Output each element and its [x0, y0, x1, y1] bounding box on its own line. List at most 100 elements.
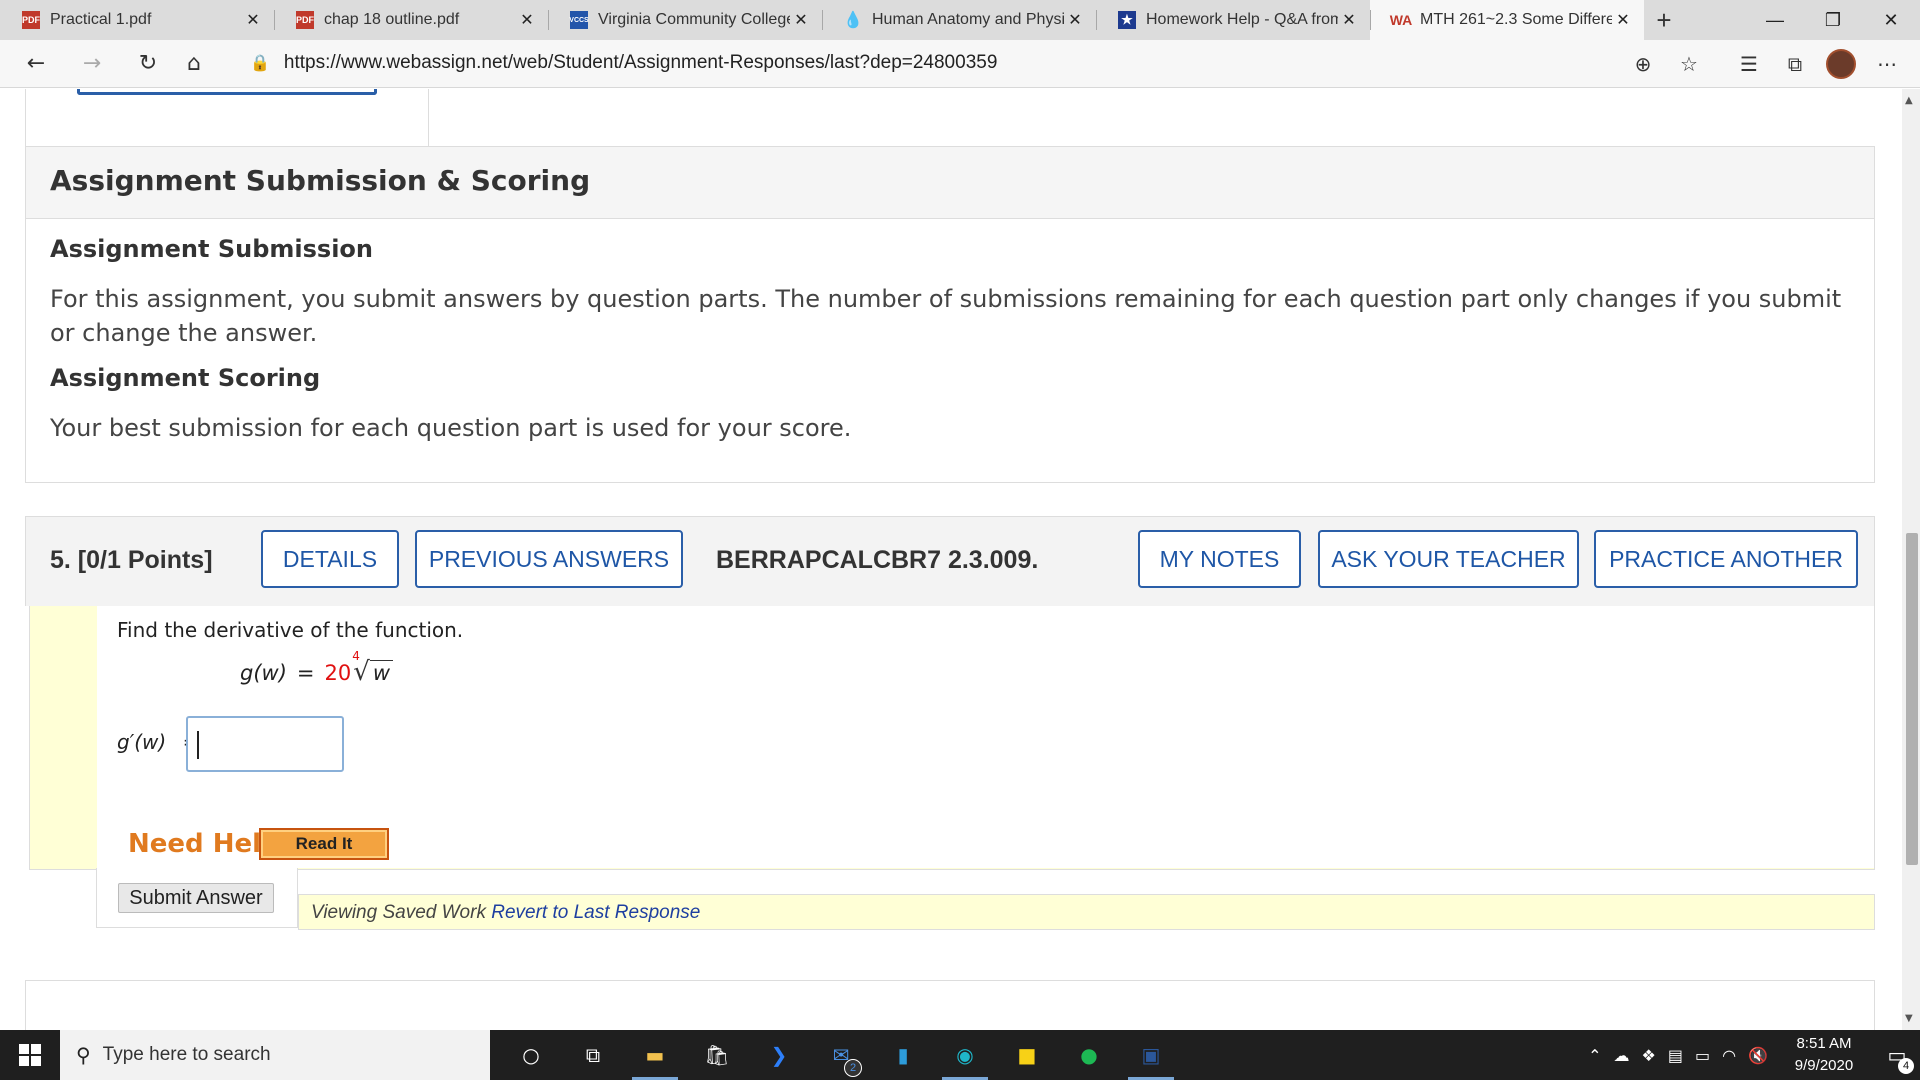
store-icon[interactable]: 🛍 — [686, 1030, 748, 1080]
clock-date: 9/9/2020 — [1794, 1057, 1854, 1074]
toolbar-right: ⊕ ☆ ☰ ⧉ ⋯ — [1620, 44, 1910, 84]
submit-answer-button[interactable]: Submit Answer — [118, 883, 274, 913]
clipboard-icon[interactable]: ▤ — [1668, 1046, 1683, 1065]
mail-icon[interactable]: ✉ 2 — [810, 1030, 872, 1080]
page-scrollbar[interactable]: ▲ ▼ — [1902, 89, 1920, 1030]
previous-button-edge — [77, 89, 377, 95]
volume-muted-icon[interactable]: 🔇 — [1748, 1046, 1768, 1065]
formula-coefficient: 20 — [324, 661, 352, 685]
wifi-icon[interactable]: ◠ — [1722, 1046, 1736, 1065]
file-explorer-icon[interactable]: ▬ — [624, 1030, 686, 1080]
close-icon[interactable]: ✕ — [242, 10, 264, 30]
restore-button[interactable]: ❐ — [1804, 0, 1862, 40]
tab-homework-help[interactable]: ★ Homework Help - Q&A from ✕ — [1096, 0, 1370, 40]
close-icon[interactable]: ✕ — [1338, 10, 1360, 30]
battery-icon[interactable]: ▭ — [1695, 1046, 1710, 1065]
submission-heading: Assignment Submission & Scoring — [26, 147, 1874, 219]
tab-title: Virginia Community College — [598, 11, 790, 28]
back-button[interactable]: ← — [14, 42, 58, 86]
pdf-icon: PDF — [22, 11, 40, 29]
cortana-icon[interactable]: ○ — [500, 1030, 562, 1080]
read-it-button[interactable]: Read It — [259, 828, 389, 860]
address-bar[interactable]: 🔒 https://www.webassign.net/web/Student/… — [250, 52, 997, 74]
pdf-icon: PDF — [296, 11, 314, 29]
question-code: BERRAPCALCBR7 2.3.009. — [716, 546, 1039, 574]
formula-lhs: g(w) — [240, 661, 287, 685]
assignment-submission-heading: Assignment Submission — [50, 235, 373, 263]
home-button[interactable]: ⌂ — [172, 42, 216, 86]
fourth-root: 4 √ w — [352, 649, 394, 687]
phone-icon[interactable]: ▮ — [872, 1030, 934, 1080]
search-placeholder: Type here to search — [102, 1044, 271, 1065]
more-menu-icon[interactable]: ⋯ — [1864, 44, 1910, 84]
scrollbar-thumb[interactable] — [1906, 533, 1918, 865]
close-icon[interactable]: ✕ — [1064, 10, 1086, 30]
onedrive-icon[interactable]: ☁ — [1614, 1046, 1630, 1065]
assignment-submission-text: For this assignment, you submit answers … — [50, 285, 1842, 347]
function-formula: g(w) = 20 4 √ w — [240, 649, 394, 687]
start-button[interactable] — [0, 1030, 60, 1080]
question-prompt: Find the derivative of the function. — [117, 618, 464, 642]
tab-anatomy[interactable]: 💧 Human Anatomy and Physio ✕ — [822, 0, 1096, 40]
favorite-star-icon[interactable]: ☆ — [1666, 44, 1712, 84]
clock-time: 8:51 AM — [1796, 1035, 1852, 1052]
task-view-icon[interactable]: ⧉ — [562, 1030, 624, 1080]
show-hidden-icons-icon[interactable]: ⌃ — [1588, 1046, 1601, 1065]
lock-icon: 🔒 — [250, 55, 270, 72]
search-icon: ⚲ — [76, 1044, 91, 1067]
tab-chap18-pdf[interactable]: PDF chap 18 outline.pdf ✕ — [274, 0, 548, 40]
star-icon: ★ — [1118, 11, 1136, 29]
notification-count: 4 — [1898, 1058, 1914, 1074]
close-window-button[interactable]: ✕ — [1862, 0, 1920, 40]
new-tab-button[interactable]: + — [1644, 0, 1684, 40]
formula-equals: = — [296, 661, 315, 685]
tab-title: Human Anatomy and Physio — [872, 11, 1064, 28]
drop-icon: 💧 — [843, 12, 863, 29]
revert-link[interactable]: Revert to Last Response — [491, 902, 700, 923]
question-content: Find the derivative of the function. g(w… — [97, 606, 1874, 868]
collections-icon[interactable]: ⧉ — [1772, 44, 1818, 84]
sticky-notes-icon[interactable]: ■ — [996, 1030, 1058, 1080]
details-button[interactable]: DETAILS — [261, 530, 399, 588]
clock[interactable]: 8:51 AM 9/9/2020 — [1774, 1033, 1874, 1077]
refresh-button[interactable]: ↻ — [126, 42, 170, 86]
favorites-list-icon[interactable]: ☰ — [1726, 44, 1772, 84]
my-notes-button[interactable]: MY NOTES — [1138, 530, 1301, 588]
submission-scoring-box: Assignment Submission & Scoring Assignme… — [25, 146, 1875, 483]
windows-logo-icon — [19, 1044, 41, 1066]
system-tray: ⌃ ☁ ❖ ▤ ▭ ◠ 🔇 8:51 AM 9/9/2020 ▭ 4 — [1582, 1030, 1920, 1080]
answer-input[interactable] — [186, 716, 344, 772]
profile-avatar[interactable] — [1818, 44, 1864, 84]
forward-button[interactable]: → — [70, 42, 114, 86]
close-icon[interactable]: ✕ — [516, 10, 538, 30]
spotify-icon[interactable]: ● — [1058, 1030, 1120, 1080]
scroll-down-icon[interactable]: ▼ — [1905, 1013, 1913, 1024]
vscode-icon[interactable]: ❯ — [748, 1030, 810, 1080]
next-question-card — [25, 980, 1875, 1030]
notification-center-icon[interactable]: ▭ 4 — [1874, 1030, 1920, 1080]
edge-browser-icon[interactable]: ◉ — [934, 1030, 996, 1080]
tab-vccs[interactable]: VCCS Virginia Community College ✕ — [548, 0, 822, 40]
tab-practical-pdf[interactable]: PDF Practical 1.pdf ✕ — [0, 0, 274, 40]
practice-another-button[interactable]: PRACTICE ANOTHER — [1594, 530, 1858, 588]
minimize-button[interactable]: — — [1746, 0, 1804, 40]
scroll-up-icon[interactable]: ▲ — [1905, 95, 1913, 106]
dropbox-icon[interactable]: ❖ — [1642, 1046, 1656, 1065]
previous-answers-button[interactable]: PREVIOUS ANSWERS — [415, 530, 683, 588]
url-text: https://www.webassign.net/web/Student/As… — [283, 52, 998, 73]
word-icon[interactable]: ▣ — [1120, 1030, 1182, 1080]
zoom-icon[interactable]: ⊕ — [1620, 44, 1666, 84]
tab-mth261[interactable]: WA MTH 261~2.3 Some Differen ✕ — [1370, 0, 1644, 40]
close-icon[interactable]: ✕ — [790, 10, 812, 30]
question-points-label: 5. [0/1 Points] — [50, 546, 213, 574]
saved-work-bar: Viewing Saved Work Revert to Last Respon… — [298, 894, 1875, 930]
tab-title: MTH 261~2.3 Some Differen — [1420, 11, 1612, 28]
taskbar-search[interactable]: ⚲ Type here to search — [60, 1030, 490, 1080]
close-icon[interactable]: ✕ — [1612, 10, 1634, 30]
ask-your-teacher-button[interactable]: ASK YOUR TEACHER — [1318, 530, 1579, 588]
question-body: Find the derivative of the function. g(w… — [29, 606, 1875, 870]
browser-tab-strip: PDF Practical 1.pdf ✕ PDF chap 18 outlin… — [0, 0, 1920, 40]
radicand: w — [369, 660, 394, 685]
question-header: 5. [0/1 Points] DETAILS PREVIOUS ANSWERS… — [25, 516, 1875, 606]
avatar — [1826, 49, 1856, 79]
